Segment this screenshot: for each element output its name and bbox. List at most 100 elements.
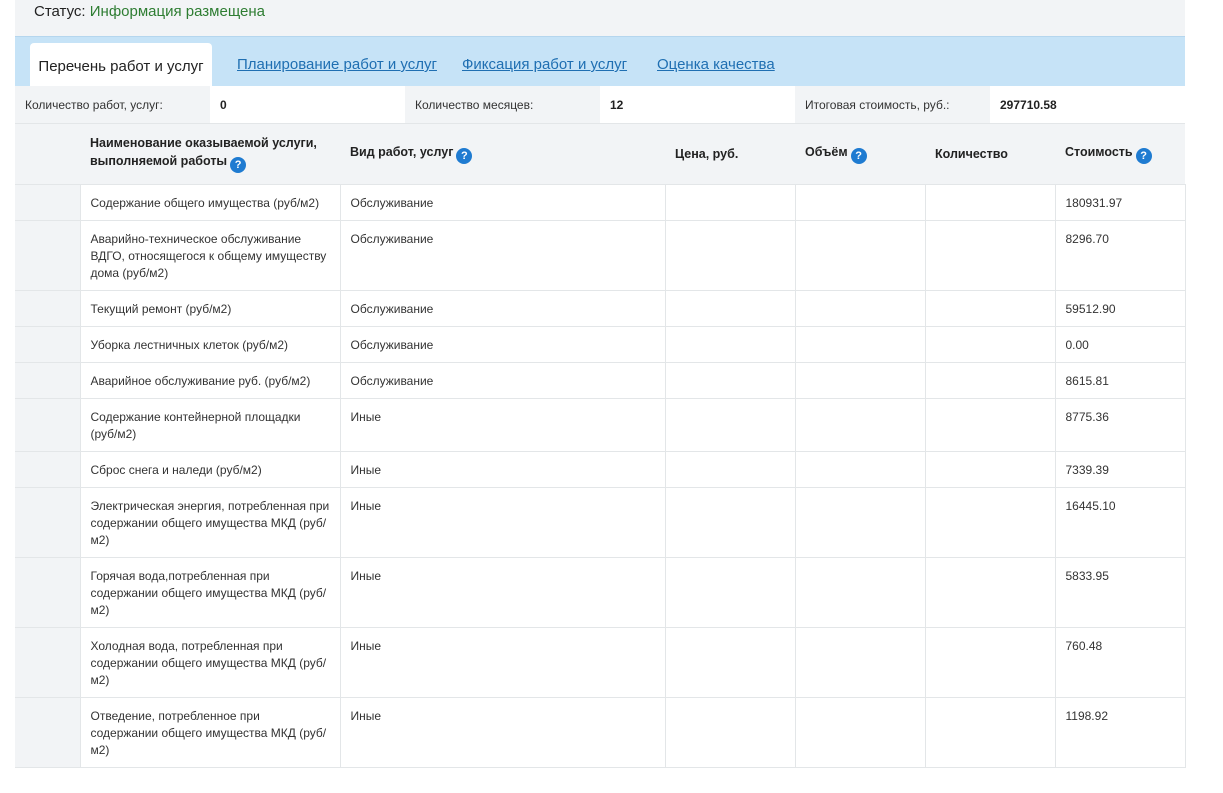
service-name-cell: Содержание контейнерной площадки (руб/м2… bbox=[79, 397, 341, 452]
volume-cell bbox=[794, 361, 926, 399]
row-spacer-cell bbox=[15, 626, 81, 698]
quantity-cell bbox=[924, 450, 1056, 488]
service-name-cell: Сброс снега и наледи (руб/м2) bbox=[79, 450, 341, 488]
table-row: Аварийное обслуживание руб. (руб/м2) Обсл… bbox=[15, 361, 1186, 399]
service-name-cell: Горячая вода,потребленная при содержании… bbox=[79, 556, 341, 628]
table-row: Содержание контейнерной площадки (руб/м2… bbox=[15, 397, 1186, 452]
tab-quality[interactable]: Оценка качества bbox=[657, 56, 775, 73]
quantity-cell bbox=[924, 397, 1056, 452]
volume-cell bbox=[794, 696, 926, 768]
table-row: Текущий ремонт (руб/м2) Обслуживание 59512… bbox=[15, 289, 1186, 327]
cost-cell: 0.00 bbox=[1054, 325, 1186, 363]
table-row: Уборка лестничных клеток (руб/м2) Обслужи… bbox=[15, 325, 1186, 363]
cost-cell: 8775.36 bbox=[1054, 397, 1186, 452]
header-cost: Стоимость? bbox=[1055, 124, 1185, 184]
header-volume-label: Объём bbox=[805, 145, 848, 160]
service-name-cell: Аварийно-техническое обслуживание ВДГО, … bbox=[79, 219, 341, 291]
row-spacer-cell bbox=[15, 183, 81, 221]
price-cell bbox=[664, 696, 796, 768]
header-volume: Объём? bbox=[795, 124, 925, 184]
table-header-row: Наименование оказываемой услуги, выполня… bbox=[15, 124, 1185, 184]
cost-cell: 7339.39 bbox=[1054, 450, 1186, 488]
service-type-cell: Обслуживание bbox=[339, 325, 666, 363]
header-quantity: Количество bbox=[925, 124, 1055, 184]
header-type-label: Вид работ, услуг bbox=[350, 145, 454, 160]
quantity-cell bbox=[924, 486, 1056, 558]
quantity-cell bbox=[924, 696, 1056, 768]
volume-cell bbox=[794, 626, 926, 698]
cost-cell: 59512.90 bbox=[1054, 289, 1186, 327]
table-row: Аварийно-техническое обслуживание ВДГО, … bbox=[15, 219, 1186, 291]
cost-cell: 1198.92 bbox=[1054, 696, 1186, 768]
quantity-cell bbox=[924, 219, 1056, 291]
service-type-cell: Обслуживание bbox=[339, 289, 666, 327]
row-spacer-cell bbox=[15, 361, 81, 399]
row-spacer-cell bbox=[15, 486, 81, 558]
volume-cell bbox=[794, 219, 926, 291]
header-type: Вид работ, услуг? bbox=[340, 124, 665, 184]
summary-row: Количество работ, услуг: 0 Количество ме… bbox=[15, 86, 1185, 124]
months-value: 12 bbox=[600, 86, 795, 123]
header-name: Наименование оказываемой услуги, выполня… bbox=[80, 124, 340, 184]
services-table: Наименование оказываемой услуги, выполня… bbox=[15, 124, 1186, 768]
price-cell bbox=[664, 626, 796, 698]
row-spacer-cell bbox=[15, 397, 81, 452]
question-circle-icon[interactable]: ? bbox=[230, 157, 247, 174]
price-cell bbox=[664, 361, 796, 399]
price-cell bbox=[664, 219, 796, 291]
tab-works-list[interactable]: Перечень работ и услуг bbox=[30, 43, 212, 87]
price-cell bbox=[664, 450, 796, 488]
volume-cell bbox=[794, 450, 926, 488]
service-type-cell: Иные bbox=[339, 556, 666, 628]
volume-cell bbox=[794, 486, 926, 558]
status-value: Информация размещена bbox=[89, 3, 265, 20]
service-type-cell: Обслуживание bbox=[339, 183, 666, 221]
table-row: Содержание общего имущества (руб/м2) Обсл… bbox=[15, 183, 1186, 221]
row-spacer-cell bbox=[15, 325, 81, 363]
question-circle-icon[interactable]: ? bbox=[850, 148, 867, 165]
header-cost-label: Стоимость bbox=[1065, 145, 1133, 160]
table-row: Горячая вода,потребленная при содержании… bbox=[15, 556, 1186, 628]
status-label: Статус: bbox=[34, 3, 86, 20]
question-circle-icon[interactable]: ? bbox=[1135, 148, 1152, 165]
row-spacer-cell bbox=[15, 219, 81, 291]
question-circle-icon[interactable]: ? bbox=[456, 148, 473, 165]
service-type-cell: Иные bbox=[339, 696, 666, 768]
cost-cell: 8296.70 bbox=[1054, 219, 1186, 291]
quantity-cell bbox=[924, 361, 1056, 399]
tabs-bar: Перечень работ и услуг Планирование рабо… bbox=[15, 36, 1185, 87]
volume-cell bbox=[794, 397, 926, 452]
price-cell bbox=[664, 397, 796, 452]
cost-cell: 180931.97 bbox=[1054, 183, 1186, 221]
table-row: Электрическая энергия, потребленная при … bbox=[15, 486, 1186, 558]
works-count-label: Количество работ, услуг: bbox=[15, 86, 210, 123]
price-cell bbox=[664, 289, 796, 327]
header-quantity-label: Количество bbox=[935, 146, 1008, 161]
header-price: Цена, руб. bbox=[665, 124, 795, 184]
works-count-value: 0 bbox=[210, 86, 405, 123]
quantity-cell bbox=[924, 325, 1056, 363]
service-name-cell: Содержание общего имущества (руб/м2) bbox=[79, 183, 341, 221]
quantity-cell bbox=[924, 556, 1056, 628]
total-cost-value: 297710.58 bbox=[990, 86, 1185, 123]
row-spacer-cell bbox=[15, 556, 81, 628]
volume-cell bbox=[794, 325, 926, 363]
table-row: Сброс снега и наледи (руб/м2) Иные 7339.39 bbox=[15, 450, 1186, 488]
quantity-cell bbox=[924, 289, 1056, 327]
volume-cell bbox=[794, 183, 926, 221]
total-cost-label: Итоговая стоимость, руб.: bbox=[795, 86, 990, 123]
quantity-cell bbox=[924, 183, 1056, 221]
service-type-cell: Иные bbox=[339, 450, 666, 488]
quantity-cell bbox=[924, 626, 1056, 698]
header-name-label: Наименование оказываемой услуги, выполня… bbox=[90, 136, 317, 169]
table-row: Отведение, потребленное при содержании о… bbox=[15, 696, 1186, 768]
tab-fixation[interactable]: Фиксация работ и услуг bbox=[462, 56, 627, 73]
service-type-cell: Иные bbox=[339, 486, 666, 558]
header-spacer bbox=[15, 124, 80, 184]
service-name-cell: Аварийное обслуживание руб. (руб/м2) bbox=[79, 361, 341, 399]
service-type-cell: Иные bbox=[339, 397, 666, 452]
table-row: Холодная вода, потребленная при содержан… bbox=[15, 626, 1186, 698]
tab-planning[interactable]: Планирование работ и услуг bbox=[237, 56, 437, 73]
cost-cell: 16445.10 bbox=[1054, 486, 1186, 558]
price-cell bbox=[664, 183, 796, 221]
